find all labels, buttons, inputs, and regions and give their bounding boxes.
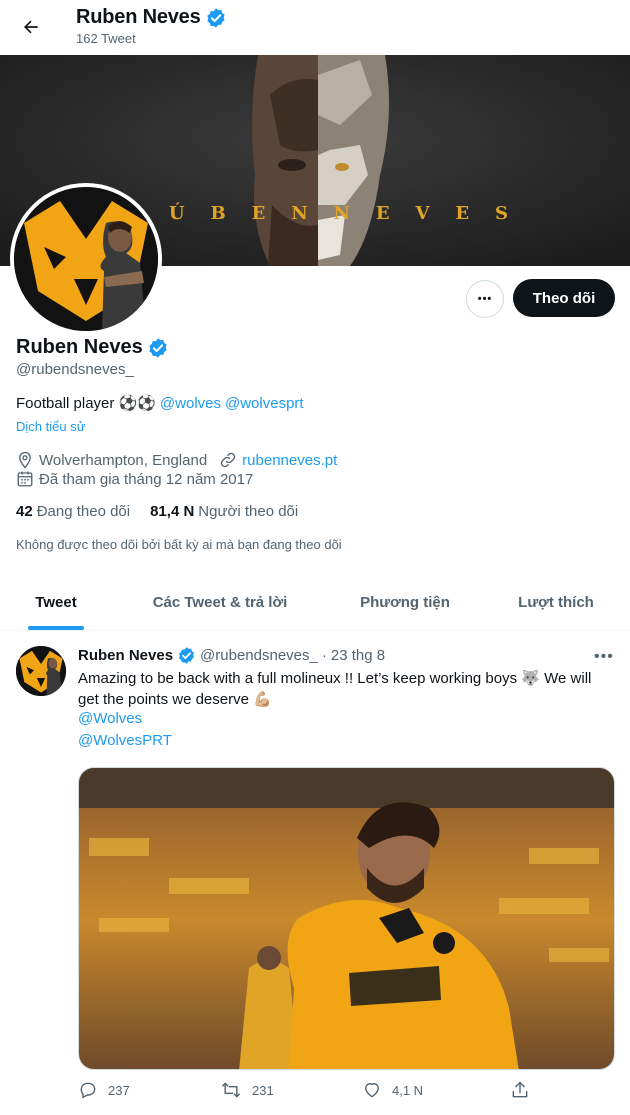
bio-text: Football player ⚽⚽ — [16, 395, 156, 412]
like-button[interactable]: 4,1 N — [362, 1080, 423, 1100]
tweet-actions: 237 231 4,1 N — [78, 1080, 538, 1108]
reply-button[interactable]: 237 — [78, 1080, 130, 1100]
more-options-button[interactable]: ••• — [466, 280, 504, 318]
profile-bio: Football player ⚽⚽ @wolves @wolvesprt — [16, 394, 304, 413]
retweet-button[interactable]: 231 — [220, 1080, 274, 1100]
following-count: 42 — [16, 503, 33, 520]
tweet-separator: · — [321, 647, 327, 664]
profile-meta-row: Wolverhampton, England rubenneves.pt — [16, 451, 337, 469]
wolves-logo-avatar — [16, 646, 66, 696]
active-tab-indicator — [28, 626, 84, 630]
profile-header: Ruben Neves 162 Tweet — [0, 0, 630, 54]
bio-mention-wolves[interactable]: @wolves — [160, 395, 221, 412]
location-pin-icon — [16, 451, 36, 469]
tweet-text: Amazing to be back with a full molineux … — [78, 670, 592, 708]
tweet-more-button[interactable]: ••• — [594, 648, 614, 666]
tweet-header: Ruben Neves @rubendsneves_ · 23 thg 8 — [78, 646, 385, 665]
profile-joined-date: Đã tham gia tháng 12 năm 2017 — [39, 470, 254, 488]
tweet-mention-wolvesprt[interactable]: @WolvesPRT — [78, 732, 172, 749]
tab-label: Phương tiện — [360, 594, 450, 611]
tab-label: Lượt thích — [518, 594, 594, 611]
banner-letter: V — [415, 203, 430, 224]
tweet-mention-wolves[interactable]: @Wolves — [78, 710, 142, 727]
banner-letter: E — [375, 203, 390, 224]
profile-handle: @rubendsneves_ — [16, 361, 134, 378]
profile-location: Wolverhampton, England — [39, 451, 208, 469]
link-icon — [219, 451, 239, 469]
calendar-icon — [16, 470, 36, 488]
profile-avatar[interactable] — [10, 183, 162, 335]
back-button[interactable] — [14, 10, 48, 44]
banner-letter: N — [291, 203, 308, 224]
header-tweet-count: 162 Tweet — [76, 31, 136, 46]
tweet-author-avatar[interactable] — [16, 646, 66, 696]
retweet-icon — [221, 1082, 241, 1098]
banner-letter: E — [455, 203, 470, 224]
wolves-logo-avatar — [14, 187, 158, 331]
follow-stats: 42 Đang theo dõi 81,4 N Người theo dõi — [16, 503, 318, 520]
tab-media[interactable]: Phương tiện — [328, 575, 482, 630]
header-name-row: Ruben Neves — [76, 6, 227, 29]
not-followed-note: Không được theo dõi bởi bất kỳ ai mà bạn… — [16, 537, 342, 552]
tab-label: Tweet — [35, 594, 77, 611]
header-name: Ruben Neves — [76, 6, 201, 28]
following-label: Đang theo dõi — [36, 503, 131, 520]
share-button[interactable] — [510, 1080, 540, 1100]
profile-name: Ruben Neves — [16, 336, 143, 358]
player-photo — [79, 768, 614, 1069]
banner-letter: N — [333, 203, 350, 224]
tab-likes[interactable]: Lượt thích — [482, 575, 630, 630]
followers-count: 81,4 N — [150, 503, 195, 520]
share-icon — [512, 1081, 528, 1098]
profile-website-link[interactable]: rubenneves.pt — [242, 452, 337, 469]
tab-tweets[interactable]: Tweet — [0, 575, 112, 630]
followers-label: Người theo dõi — [198, 503, 299, 520]
banner-title: R Ú B E N N E V E S — [128, 203, 508, 224]
following-stat[interactable]: 42 Đang theo dõi — [16, 503, 130, 520]
verified-badge-icon — [149, 337, 167, 358]
banner-letter: Ú — [168, 203, 185, 224]
verified-badge-icon — [206, 7, 225, 28]
heart-icon — [365, 1083, 379, 1098]
arrow-left-icon — [24, 20, 38, 34]
bio-mention-wolvesprt[interactable]: @wolvesprt — [225, 395, 304, 412]
reply-icon — [80, 1082, 96, 1099]
tweet-author-name[interactable]: Ruben Neves — [78, 647, 173, 664]
banner-letter: S — [494, 203, 508, 224]
tweet-media-photo[interactable] — [78, 767, 615, 1070]
retweet-count: 231 — [252, 1082, 274, 1098]
reply-count: 237 — [108, 1082, 130, 1098]
profile-joined-row: Đã tham gia tháng 12 năm 2017 — [16, 470, 253, 488]
followers-stat[interactable]: 81,4 N Người theo dõi — [150, 503, 298, 520]
banner-letter: E — [251, 203, 266, 224]
profile-name-row: Ruben Neves — [16, 336, 169, 359]
more-horizontal-icon: ••• — [477, 293, 493, 305]
like-count: 4,1 N — [392, 1082, 424, 1098]
banner-letter: B — [210, 203, 226, 224]
tab-label: Các Tweet & trả lời — [152, 594, 288, 611]
translate-bio-link[interactable]: Dịch tiểu sử — [16, 419, 85, 434]
verified-badge-icon — [179, 647, 194, 664]
tweet-author-handle[interactable]: @rubendsneves_ — [200, 647, 318, 664]
tab-tweets-and-replies[interactable]: Các Tweet & trả lời — [112, 575, 328, 630]
tweet-date[interactable]: 23 thg 8 — [331, 647, 385, 664]
profile-tabs: Tweet Các Tweet & trả lời Phương tiện Lư… — [0, 575, 630, 631]
follow-button[interactable]: Theo dõi — [513, 279, 615, 317]
